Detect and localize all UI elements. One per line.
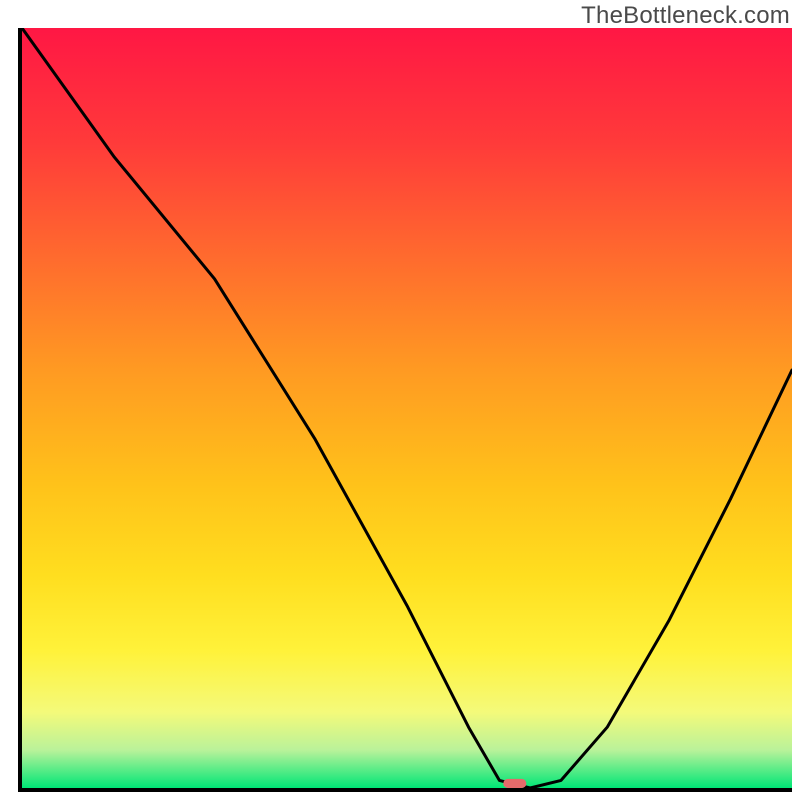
gradient-background <box>22 28 792 788</box>
plot-area <box>18 28 792 792</box>
optimal-marker <box>503 779 526 788</box>
watermark-text: TheBottleneck.com <box>581 2 790 30</box>
chart-container: TheBottleneck.com <box>0 0 800 800</box>
chart-svg <box>22 28 792 788</box>
